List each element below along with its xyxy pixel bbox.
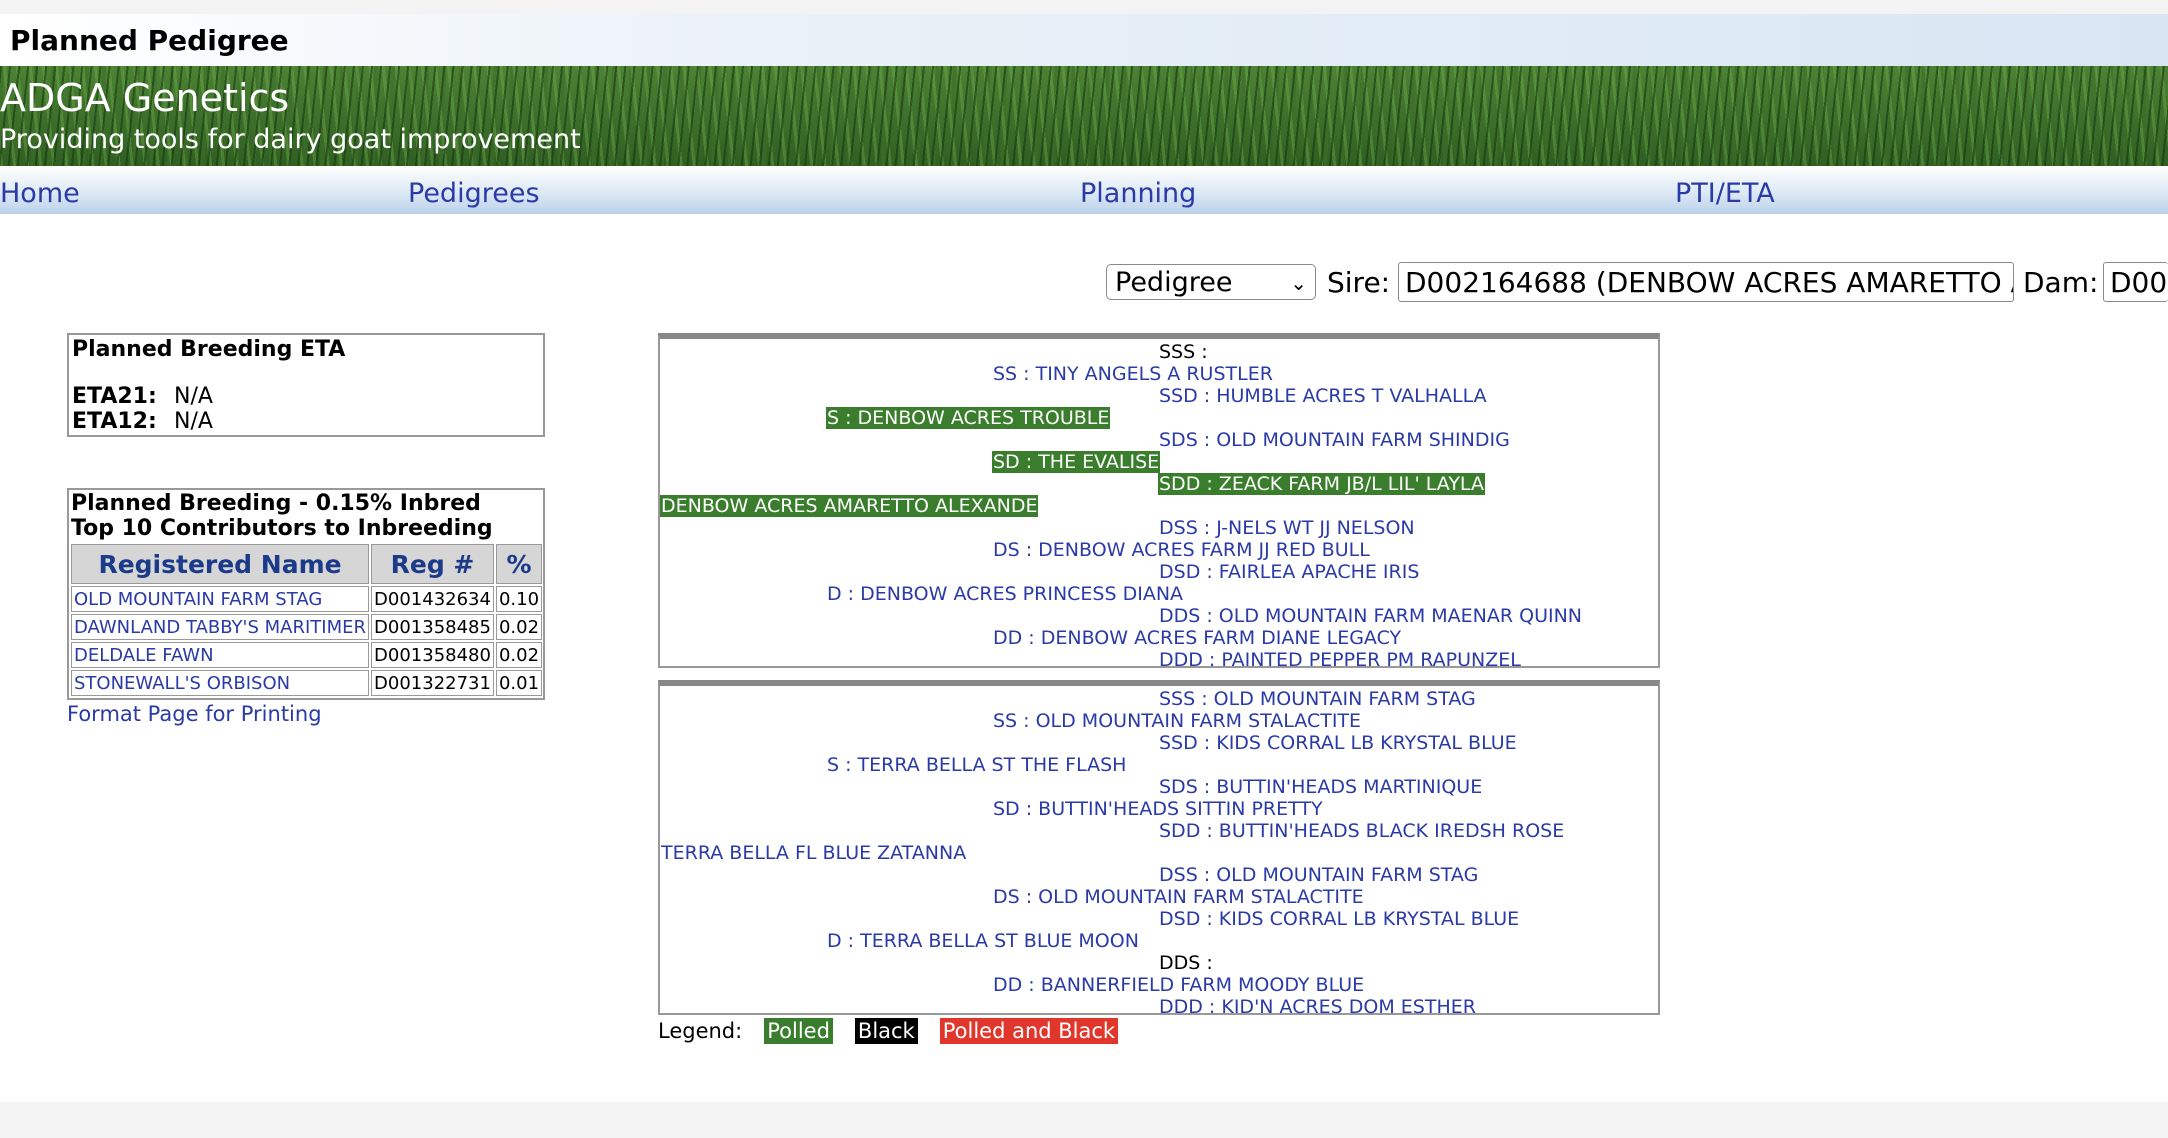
- site-banner: ADGA Genetics Providing tools for dairy …: [0, 66, 2168, 166]
- pedigree-entry[interactable]: DSD : KIDS CORRAL LB KRYSTAL BLUE: [1158, 908, 1520, 930]
- title-bar: Planned Pedigree: [0, 14, 2168, 66]
- pedigree-entry[interactable]: DSS : J-NELS WT JJ NELSON: [1158, 517, 1416, 539]
- legend-black: Black: [854, 1018, 918, 1044]
- eta12-row: ETA12: N/A: [72, 409, 540, 434]
- contributor-reg: D001358480: [371, 642, 494, 668]
- dam-input[interactable]: D002: [2103, 262, 2168, 302]
- col-percent: %: [495, 544, 543, 584]
- site-brand: ADGA Genetics: [0, 76, 290, 120]
- contributor-pct: 0.10: [495, 586, 543, 612]
- contributor-name-link[interactable]: OLD MOUNTAIN FARM STAG: [71, 586, 370, 612]
- page-title: Planned Pedigree: [10, 23, 289, 57]
- pedigree-entry[interactable]: D : TERRA BELLA ST BLUE MOON: [826, 930, 1140, 952]
- pedigree-entry[interactable]: SSD : HUMBLE ACRES T VALHALLA: [1158, 385, 1488, 407]
- pedigree-entry[interactable]: TERRA BELLA FL BLUE ZATANNA: [660, 842, 967, 864]
- pedigree-entry[interactable]: SS : TINY ANGELS A RUSTLER: [992, 363, 1274, 385]
- table-row: OLD MOUNTAIN FARM STAG D001432634 0.10: [71, 586, 543, 612]
- contributor-name-link[interactable]: DELDALE FAWN: [71, 642, 370, 668]
- sire-input-value: D002164688 (DENBOW ACRES AMARETTO ALEXAN…: [1405, 265, 2013, 299]
- eta-heading: Planned Breeding ETA: [72, 337, 346, 362]
- legend-label: Legend:: [658, 1019, 743, 1043]
- view-select[interactable]: Pedigree ⌄: [1106, 264, 1316, 300]
- pedigree-entry[interactable]: DENBOW ACRES AMARETTO ALEXANDE: [660, 495, 1039, 517]
- pedigree-entry[interactable]: DSS : OLD MOUNTAIN FARM STAG: [1158, 864, 1479, 886]
- nav-pti-eta[interactable]: PTI/ETA: [1675, 178, 1775, 209]
- pedigree-entry[interactable]: SDD : ZEACK FARM JB/L LIL' LAYLA: [1158, 473, 1485, 495]
- table-row: DAWNLAND TABBY'S MARITIMER D001358485 0.…: [71, 614, 543, 640]
- sire-pedigree-panel: SSS : SS : TINY ANGELS A RUSTLER SSD : H…: [658, 333, 1660, 671]
- contributor-pct: 0.01: [495, 670, 543, 696]
- eta21-value: N/A: [174, 384, 213, 409]
- contributor-name-link[interactable]: DAWNLAND TABBY'S MARITIMER: [71, 614, 370, 640]
- pedigree-entry[interactable]: DSD : FAIRLEA APACHE IRIS: [1158, 561, 1420, 583]
- table-row: STONEWALL'S ORBISON D001322731 0.01: [71, 670, 543, 696]
- col-reg-number: Reg #: [371, 544, 494, 584]
- pedigree-entry[interactable]: DS : DENBOW ACRES FARM JJ RED BULL: [992, 539, 1371, 561]
- nav-planning[interactable]: Planning: [1080, 178, 1196, 209]
- contributor-reg: D001322731: [371, 670, 494, 696]
- footer-band: [0, 1102, 2168, 1138]
- pedigree-entry[interactable]: SDS : BUTTIN'HEADS MARTINIQUE: [1158, 776, 1483, 798]
- inbreeding-panel: Planned Breeding - 0.15% Inbred Top 10 C…: [67, 488, 545, 700]
- pedigree-entry[interactable]: SDS : OLD MOUNTAIN FARM SHINDIG: [1158, 429, 1511, 451]
- view-select-value: Pedigree: [1115, 266, 1233, 298]
- pedigree-entry[interactable]: DDS : OLD MOUNTAIN FARM MAENAR QUINN: [1158, 605, 1583, 627]
- chevron-down-icon: ⌄: [1290, 271, 1307, 295]
- dam-pedigree-panel: SSS : OLD MOUNTAIN FARM STAG SS : OLD MO…: [658, 680, 1660, 1018]
- pedigree-entry[interactable]: SSS : OLD MOUNTAIN FARM STAG: [1158, 688, 1477, 710]
- nav-pedigrees[interactable]: Pedigrees: [408, 178, 540, 209]
- eta12-value: N/A: [174, 409, 213, 434]
- format-print-link[interactable]: Format Page for Printing: [67, 702, 322, 726]
- legend-polled-and-black: Polled and Black: [939, 1018, 1119, 1044]
- eta21-row: ETA21: N/A: [72, 384, 540, 409]
- main-nav: Home Pedigrees Planning PTI/ETA: [0, 166, 2168, 214]
- dam-label: Dam:: [2023, 266, 2099, 299]
- eta-panel: Planned Breeding ETA ETA21: N/A ETA12: N…: [67, 333, 545, 437]
- pedigree-entry[interactable]: DD : DENBOW ACRES FARM DIANE LEGACY: [992, 627, 1402, 649]
- pedigree-entry[interactable]: DS : OLD MOUNTAIN FARM STALACTITE: [992, 886, 1365, 908]
- table-row: DELDALE FAWN D001358480 0.02: [71, 642, 543, 668]
- sire-input[interactable]: D002164688 (DENBOW ACRES AMARETTO ALEXAN…: [1398, 262, 2014, 302]
- legend-polled: Polled: [764, 1018, 833, 1044]
- color-legend: Legend: Polled Black Polled and Black: [658, 1018, 1119, 1044]
- inbreeding-percent: Planned Breeding - 0.15% Inbred: [71, 491, 481, 516]
- pedigree-entry[interactable]: SDD : BUTTIN'HEADS BLACK IREDSH ROSE: [1158, 820, 1565, 842]
- pedigree-entry[interactable]: SSD : KIDS CORRAL LB KRYSTAL BLUE: [1158, 732, 1518, 754]
- contributors-table: Registered Name Reg # % OLD MOUNTAIN FAR…: [69, 542, 544, 698]
- contributor-reg: D001432634: [371, 586, 494, 612]
- pedigree-entry[interactable]: S : TERRA BELLA ST THE FLASH: [826, 754, 1127, 776]
- inbreeding-heading: Planned Breeding - 0.15% Inbred Top 10 C…: [69, 490, 543, 542]
- sire-label: Sire:: [1327, 266, 1391, 299]
- pedigree-entry[interactable]: DD : BANNERFIELD FARM MOODY BLUE: [992, 974, 1365, 996]
- site-tagline: Providing tools for dairy goat improveme…: [0, 124, 581, 155]
- pedigree-entry[interactable]: DDD : PAINTED PEPPER PM RAPUNZEL: [1158, 649, 1522, 671]
- contributor-reg: D001358485: [371, 614, 494, 640]
- nav-home[interactable]: Home: [0, 178, 80, 209]
- pedigree-entry[interactable]: D : DENBOW ACRES PRINCESS DIANA: [826, 583, 1184, 605]
- eta21-key: ETA21:: [72, 384, 157, 409]
- pedigree-entry[interactable]: SSS :: [1158, 341, 1209, 363]
- top-gap: [0, 0, 2168, 14]
- eta12-key: ETA12:: [72, 409, 157, 434]
- pedigree-entry[interactable]: SS : OLD MOUNTAIN FARM STALACTITE: [992, 710, 1362, 732]
- pedigree-entry[interactable]: SD : BUTTIN'HEADS SITTIN PRETTY: [992, 798, 1324, 820]
- pedigree-entry[interactable]: DDD : KID'N ACRES DOM ESTHER: [1158, 996, 1477, 1018]
- inbreeding-subheading: Top 10 Contributors to Inbreeding: [71, 516, 493, 541]
- col-registered-name: Registered Name: [71, 544, 370, 584]
- dam-input-value: D002: [2110, 265, 2168, 299]
- pedigree-entry[interactable]: DDS :: [1158, 952, 1214, 974]
- contributor-pct: 0.02: [495, 614, 543, 640]
- contributor-name-link[interactable]: STONEWALL'S ORBISON: [71, 670, 370, 696]
- contributor-pct: 0.02: [495, 642, 543, 668]
- pedigree-entry[interactable]: S : DENBOW ACRES TROUBLE: [826, 407, 1111, 429]
- pedigree-entry[interactable]: SD : THE EVALISE: [992, 451, 1161, 473]
